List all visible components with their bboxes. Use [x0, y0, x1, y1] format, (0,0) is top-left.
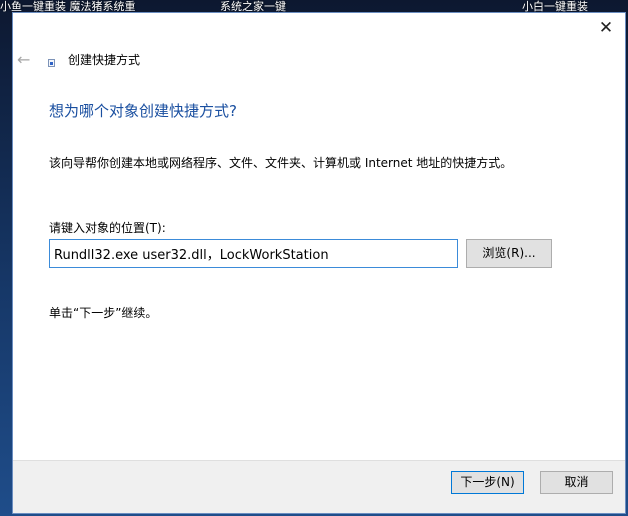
desktop-icon-label[interactable]: 小鱼一键重装 魔法猪系统重: [0, 0, 140, 12]
shortcut-wizard-icon: [48, 59, 55, 67]
wizard-description: 该向导帮你创建本地或网络程序、文件、文件夹、计算机或 Internet 地址的快…: [49, 156, 513, 170]
wizard-title: 创建快捷方式: [68, 53, 141, 67]
create-shortcut-wizard: ✕ ← 创建快捷方式 想为哪个对象创建快捷方式? 该向导帮你创建本地或网络程序、…: [12, 12, 626, 514]
desktop-icon-label[interactable]: 小白一键重装: [522, 0, 612, 12]
button-bar: 下一步(N) 取消: [13, 460, 625, 513]
continue-hint: 单击“下一步”继续。: [49, 306, 158, 320]
page-heading: 想为哪个对象创建快捷方式?: [49, 102, 237, 120]
browse-button[interactable]: 浏览(R)...: [466, 239, 552, 268]
desktop-icon-label[interactable]: 系统之家一键: [220, 0, 300, 12]
back-arrow-icon[interactable]: ←: [17, 52, 37, 69]
cancel-button[interactable]: 取消: [540, 471, 613, 494]
close-icon[interactable]: ✕: [593, 17, 619, 39]
location-label: 请键入对象的位置(T):: [49, 221, 166, 235]
location-input[interactable]: [49, 239, 458, 268]
next-button[interactable]: 下一步(N): [451, 471, 524, 494]
